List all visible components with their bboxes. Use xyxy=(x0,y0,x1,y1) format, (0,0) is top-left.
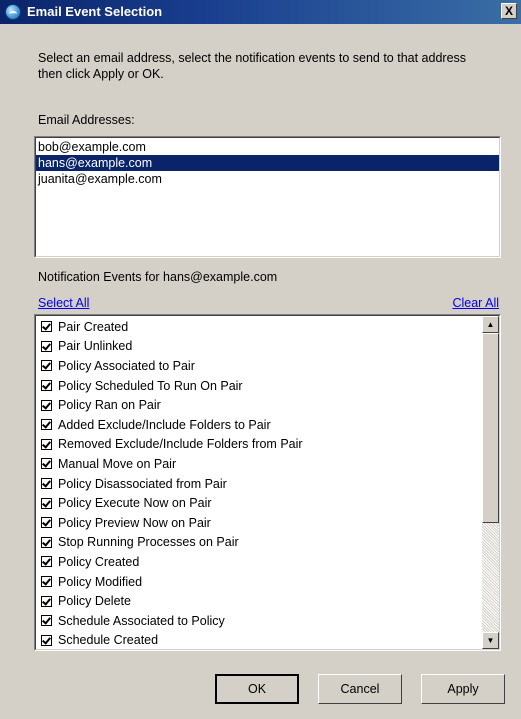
events-scrollbar[interactable]: ▲ ▼ xyxy=(482,316,499,649)
event-checkbox[interactable] xyxy=(41,576,52,588)
event-checkbox[interactable] xyxy=(41,556,52,568)
apply-button[interactable]: Apply xyxy=(421,674,505,704)
email-list-item[interactable]: bob@example.com xyxy=(36,139,499,155)
email-list-item[interactable]: hans@example.com xyxy=(36,155,499,171)
event-list-item[interactable]: Policy Execute Now on Pair xyxy=(38,493,480,513)
event-checkbox[interactable] xyxy=(41,497,52,509)
event-checkbox[interactable] xyxy=(41,517,52,529)
email-address-list[interactable]: bob@example.com hans@example.com juanita@e… xyxy=(34,136,501,258)
email-addresses-label: Email Addresses: xyxy=(38,113,135,127)
event-label: Stop Running Processes on Pair xyxy=(58,535,239,550)
event-checkbox[interactable] xyxy=(41,615,52,627)
event-list-item[interactable]: Pair Unlinked xyxy=(38,337,480,357)
scroll-down-arrow-icon[interactable]: ▼ xyxy=(482,632,499,649)
event-list-item[interactable]: Policy Delete xyxy=(38,591,480,611)
event-list-item[interactable]: Schedule Associated to Policy xyxy=(38,611,480,631)
ok-button[interactable]: OK xyxy=(215,674,299,704)
event-label: Policy Scheduled To Run On Pair xyxy=(58,378,243,393)
cancel-button[interactable]: Cancel xyxy=(318,674,402,704)
event-list-item[interactable]: Pair Created xyxy=(38,317,480,337)
event-label: Policy Execute Now on Pair xyxy=(58,496,212,511)
event-list-item[interactable]: Policy Associated to Pair xyxy=(38,356,480,376)
title-bar[interactable]: Email Event Selection X xyxy=(0,0,521,24)
event-checkbox[interactable] xyxy=(41,419,52,431)
event-list-item[interactable]: Policy Created xyxy=(38,552,480,572)
event-label: Pair Created xyxy=(58,319,129,334)
event-label: Policy Ran on Pair xyxy=(58,398,161,413)
clear-all-link[interactable]: Clear All xyxy=(452,296,499,310)
event-label: Policy Disassociated from Pair xyxy=(58,476,227,491)
close-button[interactable]: X xyxy=(501,3,517,19)
event-checkbox[interactable] xyxy=(41,478,52,490)
event-list-item[interactable]: Schedule Created xyxy=(38,631,480,650)
event-label: Policy Preview Now on Pair xyxy=(58,515,211,530)
event-list-item[interactable]: Policy Ran on Pair xyxy=(38,395,480,415)
event-label: Schedule Associated to Policy xyxy=(58,613,225,628)
event-label: Schedule Created xyxy=(58,633,159,648)
event-label: Policy Modified xyxy=(58,574,143,589)
app-icon xyxy=(5,4,21,20)
event-label: Policy Created xyxy=(58,554,140,569)
select-all-link[interactable]: Select All xyxy=(38,296,89,310)
notification-events-label: Notification Events for hans@example.com xyxy=(38,270,278,284)
event-checkbox[interactable] xyxy=(41,634,52,646)
event-list-item[interactable]: Manual Move on Pair xyxy=(38,454,480,474)
event-checkbox[interactable] xyxy=(41,360,52,372)
event-list-item[interactable]: Policy Disassociated from Pair xyxy=(38,474,480,494)
event-label: Manual Move on Pair xyxy=(58,456,177,471)
window-title: Email Event Selection xyxy=(27,4,163,19)
notification-events-list[interactable]: Pair Created Pair Unlinked Policy Associat… xyxy=(34,314,501,651)
event-checkbox[interactable] xyxy=(41,399,52,411)
event-checkbox[interactable] xyxy=(41,321,52,333)
event-label: Removed Exclude/Include Folders from Pai… xyxy=(58,437,303,452)
event-checkbox[interactable] xyxy=(41,380,52,392)
event-list-item[interactable]: Removed Exclude/Include Folders from Pai… xyxy=(38,435,480,455)
event-checkbox[interactable] xyxy=(41,438,52,450)
event-list-item[interactable]: Stop Running Processes on Pair xyxy=(38,533,480,553)
event-checkbox[interactable] xyxy=(41,595,52,607)
event-label: Added Exclude/Include Folders to Pair xyxy=(58,417,271,432)
event-label: Pair Unlinked xyxy=(58,339,133,354)
event-label: Policy Associated to Pair xyxy=(58,358,195,373)
event-checkbox[interactable] xyxy=(41,536,52,548)
event-list-item[interactable]: Policy Scheduled To Run On Pair xyxy=(38,376,480,396)
event-list-item[interactable]: Policy Modified xyxy=(38,572,480,592)
event-list-item[interactable]: Added Exclude/Include Folders to Pair xyxy=(38,415,480,435)
event-checkbox[interactable] xyxy=(41,340,52,352)
scroll-up-arrow-icon[interactable]: ▲ xyxy=(482,316,499,333)
event-list-item[interactable]: Policy Preview Now on Pair xyxy=(38,513,480,533)
event-checkbox[interactable] xyxy=(41,458,52,470)
scrollbar-thumb[interactable] xyxy=(482,333,499,523)
email-event-selection-dialog: Email Event Selection X Select an email … xyxy=(0,0,521,719)
event-label: Policy Delete xyxy=(58,594,131,609)
email-list-item[interactable]: juanita@example.com xyxy=(36,171,499,187)
instructions-text: Select an email address, select the noti… xyxy=(38,51,467,81)
